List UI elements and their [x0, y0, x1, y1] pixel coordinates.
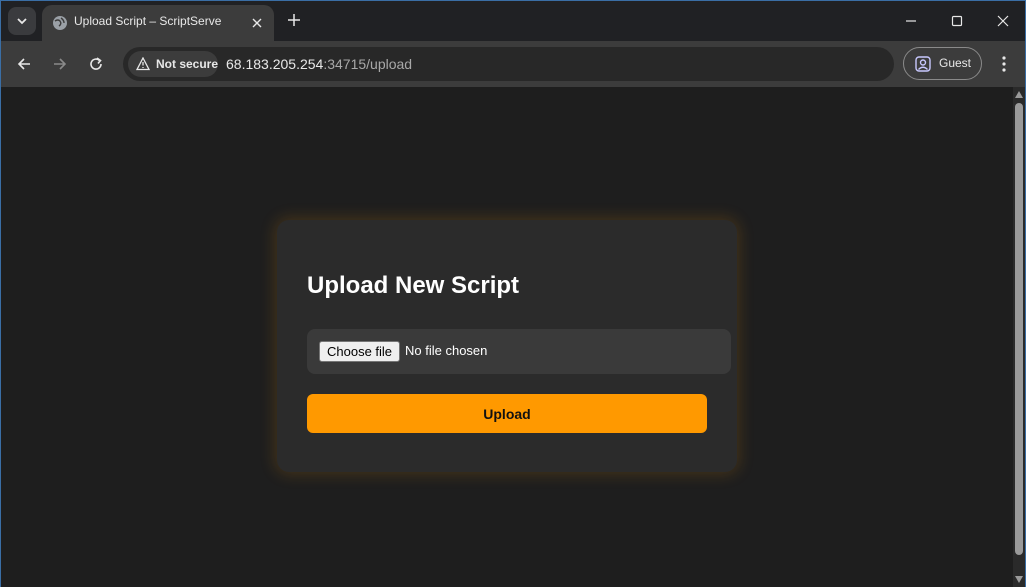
profile-icon	[915, 56, 931, 72]
tab-search-button[interactable]	[8, 7, 36, 35]
reload-button[interactable]	[83, 51, 109, 77]
choose-file-button[interactable]: Choose file	[319, 341, 401, 362]
arrow-left-icon	[17, 58, 30, 70]
file-input[interactable]: Choose file No file chosen	[307, 329, 731, 374]
minimize-icon	[906, 20, 916, 22]
close-icon	[252, 18, 262, 28]
new-tab-button[interactable]	[283, 9, 305, 31]
file-status-text: No file chosen	[405, 343, 488, 358]
forward-button[interactable]	[47, 51, 73, 77]
close-icon	[997, 15, 1009, 27]
arrow-right-icon	[54, 58, 67, 70]
scroll-up-arrow[interactable]	[1015, 91, 1023, 98]
plus-icon	[288, 14, 300, 26]
maximize-button[interactable]	[942, 7, 972, 35]
tab-title: Upload Script – ScriptServe	[74, 14, 222, 28]
address-bar[interactable]: Not secure 68.183.205.254:34715/upload	[123, 47, 894, 81]
globe-icon	[53, 16, 67, 30]
warning-icon	[136, 57, 150, 71]
url-path: :34715/upload	[323, 56, 413, 72]
close-window-button[interactable]	[988, 7, 1018, 35]
chevron-down-icon	[17, 18, 27, 25]
vertical-scrollbar[interactable]	[1013, 87, 1025, 587]
upload-card: Upload New Script Choose file No file ch…	[277, 220, 737, 472]
tab-close-button[interactable]	[247, 13, 267, 33]
maximize-icon	[951, 15, 963, 27]
url-host: 68.183.205.254	[226, 56, 324, 72]
browser-menu-button[interactable]	[993, 52, 1015, 76]
profile-button[interactable]: Guest	[903, 47, 982, 80]
security-label: Not secure	[156, 57, 219, 71]
page-content: Upload New Script Choose file No file ch…	[1, 87, 1013, 587]
scroll-down-arrow[interactable]	[1015, 576, 1023, 583]
url-text: 68.183.205.254:34715/upload	[226, 56, 412, 72]
page-title: Upload New Script	[307, 272, 520, 299]
browser-toolbar: Not secure 68.183.205.254:34715/upload G…	[1, 41, 1025, 87]
upload-button[interactable]: Upload	[307, 394, 707, 433]
profile-label: Guest	[939, 56, 972, 70]
browser-window: Upload Script – ScriptServe Not secure 6…	[0, 0, 1026, 587]
tab-active[interactable]: Upload Script – ScriptServe	[42, 5, 274, 41]
site-info-chip[interactable]: Not secure	[128, 51, 218, 77]
minimize-button[interactable]	[896, 7, 926, 35]
more-vert-icon	[1002, 56, 1006, 72]
reload-icon	[90, 57, 102, 70]
tab-strip: Upload Script – ScriptServe	[1, 1, 1025, 41]
back-button[interactable]	[11, 51, 37, 77]
scroll-thumb[interactable]	[1015, 103, 1023, 555]
